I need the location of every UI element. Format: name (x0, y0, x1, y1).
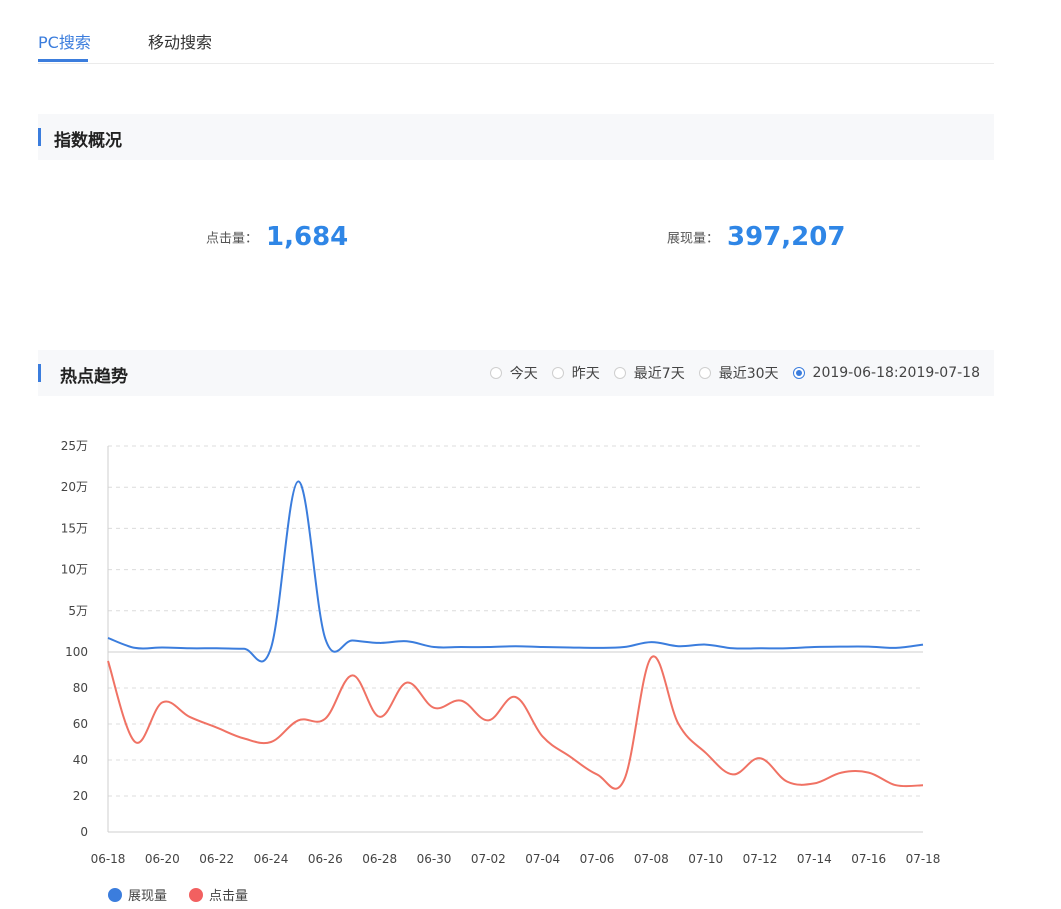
y-tick-label: 80 (73, 681, 88, 695)
y-tick-label: 100 (65, 645, 88, 659)
x-tick-label: 07-02 (471, 852, 506, 866)
trend-chart: 5万 10万 15万 20万 25万 0 20 40 60 80 100 06-18 06-20 06-2… (61, 439, 941, 866)
y-tick-label: 25万 (61, 439, 88, 453)
x-tick-label: 06-26 (308, 852, 343, 866)
legend-label: 点击量 (209, 889, 249, 904)
x-tick-label: 07-14 (797, 852, 832, 866)
series-line-clicks (107, 655, 924, 790)
x-tick-label: 06-22 (199, 852, 234, 866)
x-tick-label: 07-06 (580, 852, 615, 866)
y-tick-label: 40 (73, 753, 88, 767)
y-tick-label: 10万 (61, 563, 88, 577)
x-tick-label: 06-18 (91, 852, 126, 866)
y-tick-label: 0 (80, 825, 88, 839)
x-tick-label: 07-12 (743, 852, 778, 866)
x-tick-label: 07-16 (851, 852, 886, 866)
x-tick-label: 06-28 (362, 852, 397, 866)
x-tick-label: 07-04 (525, 852, 560, 866)
y-tick-label: 15万 (61, 521, 88, 535)
series-line-impressions (107, 480, 924, 663)
x-tick-label: 06-20 (145, 852, 180, 866)
legend-item-clicks[interactable]: 点击量 (189, 885, 248, 904)
chart-legend: 展现量 点击量 (108, 885, 270, 904)
y-tick-label: 5万 (68, 604, 88, 618)
y-tick-label: 20万 (61, 480, 88, 494)
x-tick-label: 06-24 (254, 852, 289, 866)
x-tick-label: 07-08 (634, 852, 669, 866)
legend-dot-icon (108, 887, 122, 902)
y-tick-label: 60 (73, 717, 88, 731)
legend-item-impressions[interactable]: 展现量 (108, 885, 167, 904)
legend-dot-icon (189, 887, 204, 902)
y-tick-label: 20 (73, 789, 88, 803)
x-tick-label: 07-18 (906, 852, 941, 866)
x-tick-label: 07-10 (688, 852, 723, 866)
legend-label: 展现量 (128, 889, 168, 904)
x-tick-label: 06-30 (417, 852, 452, 866)
